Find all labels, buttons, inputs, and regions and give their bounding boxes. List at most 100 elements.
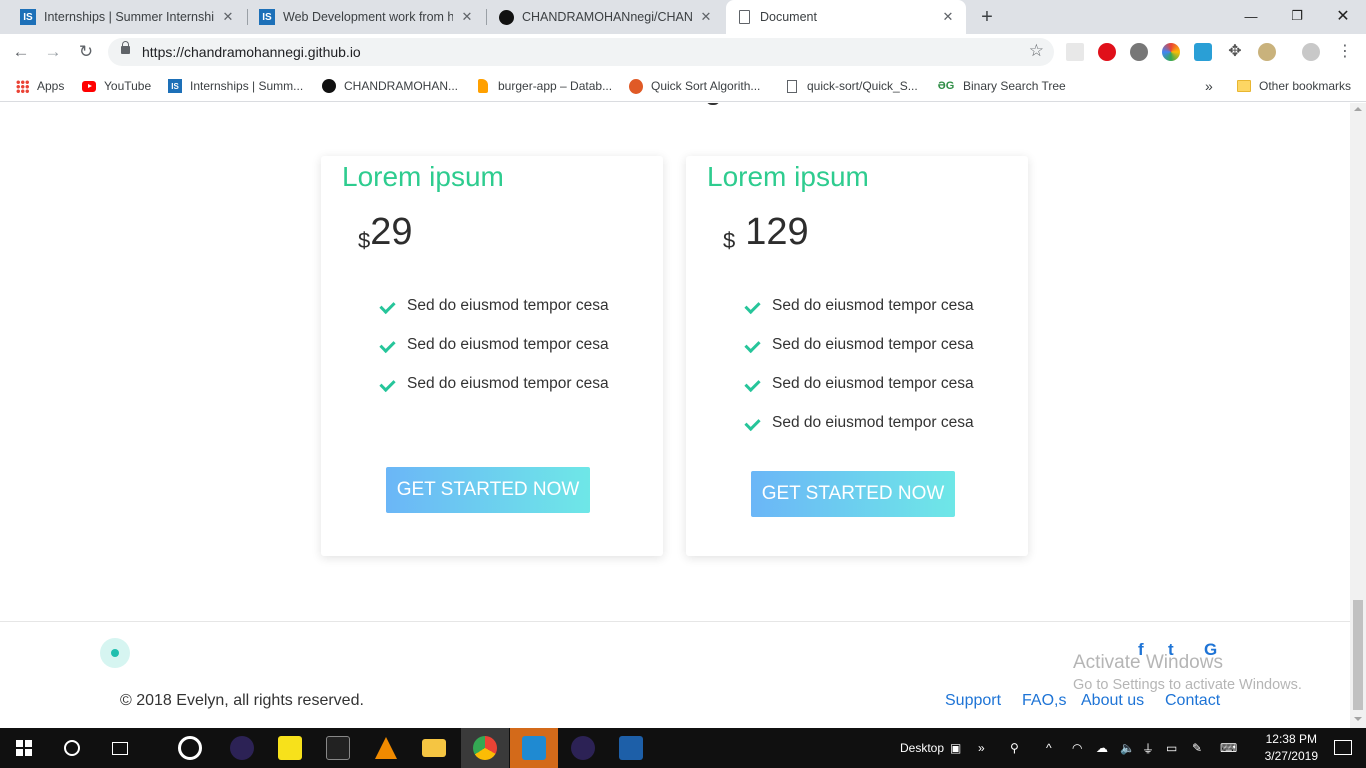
scroll-down-arrow-icon[interactable]	[1354, 717, 1362, 721]
vscode-icon	[522, 736, 546, 760]
close-icon[interactable]: ✕	[220, 9, 236, 25]
windows-logo-icon	[16, 740, 32, 756]
footer-link-support[interactable]: Support	[945, 692, 1001, 710]
tab-divider	[247, 9, 248, 25]
document-icon	[736, 9, 752, 25]
palette-extension-icon[interactable]	[1258, 43, 1276, 61]
new-tab-button[interactable]: +	[976, 6, 998, 28]
counter-extension-icon[interactable]	[1194, 43, 1212, 61]
copyright-text: © 2018 Evelyn, all rights reserved.	[120, 692, 364, 709]
taskbar-app-sticky-notes[interactable]	[266, 728, 314, 768]
keyboard-icon[interactable]: ⌨	[1220, 728, 1237, 768]
folder-icon	[1237, 79, 1251, 93]
get-started-button[interactable]: GET STARTED NOW	[751, 471, 955, 517]
scrollbar-thumb[interactable]	[1353, 600, 1363, 710]
close-window-button[interactable]: ✕	[1320, 0, 1366, 32]
price: $29	[358, 211, 413, 254]
vlc-icon	[375, 737, 397, 759]
network-icon[interactable]: ◠	[1072, 728, 1082, 768]
settings-gear-extension-icon[interactable]	[1130, 43, 1148, 61]
bookmark-youtube[interactable]: YouTube	[82, 76, 151, 96]
taskbar-app-chrome[interactable]	[461, 728, 509, 768]
taskbar-app-eclipse[interactable]	[218, 728, 266, 768]
eclipse-icon	[230, 736, 254, 760]
footer-link-contact[interactable]: Contact	[1165, 692, 1220, 710]
feature-text: Sed do eiusmod tempor cesa	[407, 296, 609, 314]
feature-item: Sed do eiusmod tempor cesa	[746, 325, 974, 364]
taskbar-app-eclipse-2[interactable]	[559, 728, 607, 768]
show-hidden-icons-chevron[interactable]: ^	[1046, 728, 1052, 768]
taskbar-app-vscode[interactable]	[510, 728, 558, 768]
bookmark-other[interactable]: Other bookmarks	[1237, 76, 1351, 96]
bookmarks-overflow-chevron[interactable]: »	[1205, 76, 1213, 96]
bookmark-star-icon[interactable]: ☆	[1029, 41, 1044, 61]
usb-icon[interactable]: ⏚	[1142, 728, 1154, 768]
bookmark-internships[interactable]: IS Internships | Summ...	[168, 76, 303, 96]
internshala-icon: IS	[20, 9, 36, 25]
toolbar-overflow-chevron[interactable]: »	[978, 728, 985, 768]
onedrive-icon[interactable]: ☁	[1096, 728, 1108, 768]
close-icon[interactable]: ✕	[698, 9, 714, 25]
taskbar-app-terminal[interactable]	[314, 728, 362, 768]
feature-text: Sed do eiusmod tempor cesa	[407, 335, 609, 353]
taskbar-app-devcpp[interactable]	[607, 728, 655, 768]
people-icon[interactable]: ⚲	[1010, 728, 1019, 768]
opera-extension-icon[interactable]	[1098, 43, 1116, 61]
github-icon	[498, 9, 514, 25]
cortana-button[interactable]	[48, 728, 96, 768]
bookmark-chandramohan[interactable]: CHANDRAMOHAN...	[322, 76, 458, 96]
get-started-button[interactable]: GET STARTED NOW	[386, 467, 590, 513]
bookmark-apps[interactable]: Apps	[15, 76, 64, 96]
vertical-scrollbar[interactable]	[1350, 103, 1366, 728]
extension-icon[interactable]	[1066, 43, 1084, 61]
taskbar-app-file-explorer[interactable]	[410, 728, 458, 768]
tab-web-development[interactable]: IS Web Development work from ho ✕	[249, 0, 485, 34]
bookmark-burger-app[interactable]: burger-app – Datab...	[476, 76, 612, 96]
bookmark-quick-sort[interactable]: Quick Sort Algorith...	[629, 76, 760, 96]
chrome-icon	[473, 736, 497, 760]
gfg-icon: ƏG	[937, 80, 955, 92]
task-view-button[interactable]	[96, 728, 144, 768]
scroll-up-arrow-icon[interactable]	[1354, 107, 1362, 111]
restore-button[interactable]: ❐	[1274, 0, 1320, 32]
color-wheel-extension-icon[interactable]	[1162, 43, 1180, 61]
url-text[interactable]: https://chandramohannegi.github.io	[142, 44, 361, 60]
clock-time: 12:38 PM	[1265, 732, 1317, 746]
footer-link-faqs[interactable]: FAO,s	[1022, 692, 1066, 710]
address-bar[interactable]: https://chandramohannegi.github.io ☆	[108, 38, 1054, 66]
move-extension-icon[interactable]: ✥	[1226, 43, 1244, 61]
footer-link-about-us[interactable]: About us	[1081, 692, 1144, 710]
reload-icon[interactable]: ↻	[75, 41, 97, 63]
monitor-icon[interactable]: ▣	[950, 728, 961, 768]
bookmark-label: Quick Sort Algorith...	[651, 79, 761, 93]
start-button[interactable]	[0, 728, 48, 768]
tab-github[interactable]: CHANDRAMOHANnegi/CHANDI ✕	[488, 0, 724, 34]
feature-list: Sed do eiusmod tempor cesa Sed do eiusmo…	[746, 286, 974, 442]
profile-avatar-icon[interactable]	[1302, 43, 1320, 61]
taskbar-app-obs[interactable]	[166, 728, 214, 768]
back-arrow-icon[interactable]: ←	[10, 41, 32, 63]
tab-document[interactable]: Document ✕	[726, 0, 966, 34]
system-clock[interactable]: 12:38 PM 3/27/2019	[1265, 731, 1318, 765]
action-center-icon[interactable]	[1334, 740, 1352, 755]
desktop-toolbar-label[interactable]: Desktop	[900, 728, 944, 768]
bookmark-quick-sort-repo[interactable]: quick-sort/Quick_S...	[785, 76, 918, 96]
geeks-icon	[629, 78, 643, 94]
pen-icon[interactable]: ✎	[1192, 728, 1202, 768]
forward-arrow-icon[interactable]: →	[42, 41, 64, 63]
bookmark-binary-search-tree[interactable]: ƏG Binary Search Tree	[937, 76, 1066, 96]
close-icon[interactable]: ✕	[459, 9, 475, 25]
tab-internships[interactable]: IS Internships | Summer Internship ✕	[10, 0, 246, 34]
feature-item: Sed do eiusmod tempor cesa	[381, 286, 609, 325]
firebase-icon	[476, 79, 490, 93]
volume-icon[interactable]: 🔈	[1120, 728, 1135, 768]
menu-kebab-icon[interactable]: ⋮	[1336, 43, 1354, 61]
close-icon[interactable]: ✕	[940, 9, 956, 25]
scroll-to-top-button[interactable]	[100, 638, 130, 668]
taskbar-app-vlc[interactable]	[362, 728, 410, 768]
lock-icon	[121, 41, 130, 54]
price: $129	[723, 211, 809, 254]
battery-icon[interactable]: ▭	[1166, 728, 1177, 768]
minimize-button[interactable]: —	[1228, 0, 1274, 32]
bookmark-label: quick-sort/Quick_S...	[807, 79, 918, 93]
